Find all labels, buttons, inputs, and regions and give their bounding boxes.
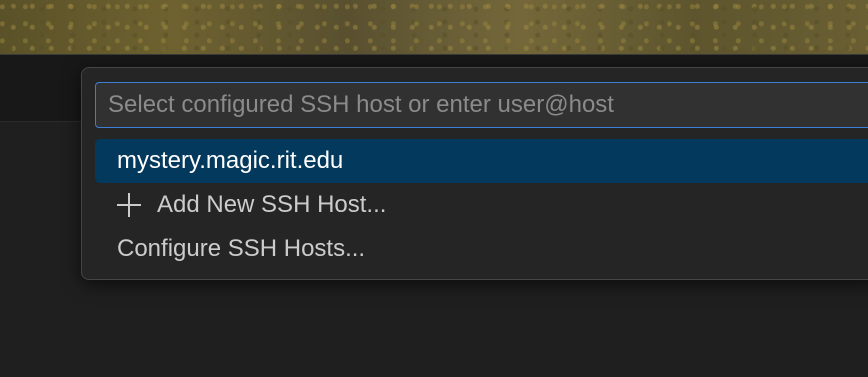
configure-ssh-hosts-item[interactable]: Configure SSH Hosts... [95, 227, 868, 271]
ssh-host-quick-pick: mystery.magic.rit.edu Add New SSH Host..… [81, 67, 868, 280]
add-new-ssh-host-label: Add New SSH Host... [157, 191, 387, 218]
ssh-host-input[interactable] [95, 82, 868, 128]
add-new-ssh-host-item[interactable]: Add New SSH Host... [95, 183, 868, 227]
configure-ssh-hosts-label: Configure SSH Hosts... [117, 235, 366, 262]
plus-icon [117, 193, 141, 217]
host-item-mystery[interactable]: mystery.magic.rit.edu [95, 139, 868, 183]
quick-pick-list: mystery.magic.rit.edu Add New SSH Host..… [95, 139, 868, 271]
desktop-wallpaper [0, 0, 868, 54]
host-item-label: mystery.magic.rit.edu [117, 147, 344, 174]
